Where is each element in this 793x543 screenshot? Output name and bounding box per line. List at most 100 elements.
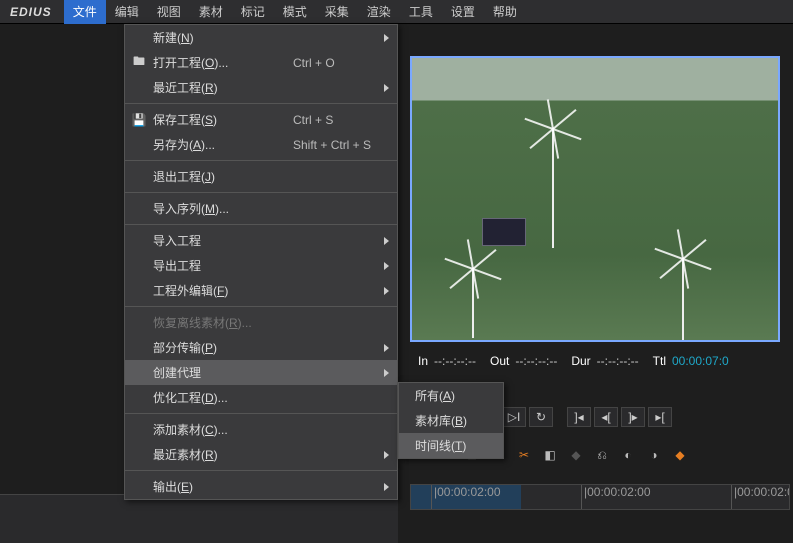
tool-icon[interactable]: ◐	[618, 446, 638, 464]
timecode-row: In --:--:--:-- Out --:--:--:-- Dur --:--…	[410, 350, 780, 372]
menu-item[interactable]: 导出工程	[125, 253, 397, 278]
ruler-tick: |00:00:02:00	[581, 485, 651, 509]
menu-item[interactable]: 最近工程(R)	[125, 75, 397, 100]
ruler-tick: |00:00:02:00	[431, 485, 501, 509]
next-clip-button[interactable]: ▷I	[502, 407, 526, 427]
menu-item-label: 导出工程	[153, 257, 293, 274]
submenu-arrow-icon	[384, 369, 389, 377]
loop-button[interactable]: ↻	[529, 407, 553, 427]
goto-out-button[interactable]: ]▸	[621, 407, 645, 427]
submenu-arrow-icon	[384, 344, 389, 352]
menu-item[interactable]: 退出工程(J)	[125, 164, 397, 189]
menu-item[interactable]: 🖿打开工程(O)...Ctrl + O	[125, 50, 397, 75]
menu-item-label: 退出工程(J)	[153, 168, 293, 185]
menu-item: 恢复离线素材(R)...	[125, 310, 397, 335]
menubar-item[interactable]: 工具	[400, 0, 442, 24]
dur-label: Dur	[571, 354, 590, 368]
ttl-value: 00:00:07:0	[672, 354, 729, 368]
submenu-arrow-icon	[384, 451, 389, 459]
menu-item-label: 工程外编辑(F)	[153, 282, 293, 299]
menubar-item[interactable]: 设置	[442, 0, 484, 24]
goto-in-button[interactable]: ◂[	[594, 407, 618, 427]
tool-icon[interactable]: ◧	[540, 446, 560, 464]
menubar-item[interactable]: 视图	[148, 0, 190, 24]
submenu-arrow-icon	[384, 237, 389, 245]
in-value: --:--:--:--	[434, 354, 476, 368]
preview-image	[412, 58, 778, 340]
menu-item[interactable]: 导入序列(M)...	[125, 196, 397, 221]
menu-item-label: 导入工程	[153, 232, 293, 249]
menu-item[interactable]: 部分传输(P)	[125, 335, 397, 360]
menubar-item[interactable]: 采集	[316, 0, 358, 24]
submenu-arrow-icon	[384, 84, 389, 92]
out-label: Out	[490, 354, 509, 368]
menu-item-label: 输出(E)	[153, 478, 293, 495]
save-icon: 💾	[125, 113, 153, 127]
out-value: --:--:--:--	[515, 354, 557, 368]
menubar-item[interactable]: 素材	[190, 0, 232, 24]
menu-item-label: 部分传输(P)	[153, 339, 293, 356]
menu-item[interactable]: 输出(E)	[125, 474, 397, 499]
menubar-item[interactable]: 标记	[232, 0, 274, 24]
menu-item-label: 添加素材(C)...	[153, 421, 293, 438]
menubar-item[interactable]: 渲染	[358, 0, 400, 24]
menu-item-label: 打开工程(O)...	[153, 54, 293, 71]
submenu-item[interactable]: 时间线(T)	[399, 433, 503, 458]
submenu-arrow-icon	[384, 34, 389, 42]
menubar-item[interactable]: 编辑	[106, 0, 148, 24]
mark-in-button[interactable]: ]◂	[567, 407, 591, 427]
menu-item-label: 最近素材(R)	[153, 446, 293, 463]
menu-item[interactable]: 工程外编辑(F)	[125, 278, 397, 303]
ruler-tick: |00:00:02:00	[731, 485, 790, 509]
preview-panel: In --:--:--:-- Out --:--:--:-- Dur --:--…	[398, 24, 793, 543]
menu-item-shortcut: Shift + Ctrl + S	[293, 138, 397, 152]
open-icon: 🖿	[125, 52, 153, 73]
submenu-arrow-icon	[384, 483, 389, 491]
menu-item[interactable]: 创建代理	[125, 360, 397, 385]
menu-item[interactable]: 最近素材(R)	[125, 442, 397, 467]
windmill-graphic	[552, 128, 554, 248]
menu-item[interactable]: 另存为(A)...Shift + Ctrl + S	[125, 132, 397, 157]
menu-item-label: 创建代理	[153, 364, 293, 381]
submenu-arrow-icon	[384, 287, 389, 295]
menu-item-label: 导入序列(M)...	[153, 200, 293, 217]
menu-item-shortcut: Ctrl + S	[293, 113, 397, 127]
menubar-item[interactable]: 文件	[64, 0, 106, 24]
menu-item-label: 另存为(A)...	[153, 136, 293, 153]
file-menu-dropdown: 新建(N)🖿打开工程(O)...Ctrl + O最近工程(R)💾保存工程(S)C…	[124, 24, 398, 500]
windmill-graphic	[472, 268, 474, 338]
menu-item-label: 保存工程(S)	[153, 111, 293, 128]
menu-item[interactable]: 💾保存工程(S)Ctrl + S	[125, 107, 397, 132]
solar-panel-graphic	[482, 218, 526, 246]
app-brand: EDIUS	[10, 5, 52, 19]
in-label: In	[418, 354, 428, 368]
menu-item-shortcut: Ctrl + O	[293, 56, 397, 70]
menu-item-label: 新建(N)	[153, 29, 293, 46]
tool-icon[interactable]: ⎌	[592, 446, 612, 464]
menubar: EDIUS 文件编辑视图素材标记模式采集渲染工具设置帮助	[0, 0, 793, 24]
menu-item-label: 恢复离线素材(R)...	[153, 314, 293, 331]
tool-icon[interactable]: ◆	[566, 446, 586, 464]
dur-value: --:--:--:--	[597, 354, 639, 368]
tool-icon[interactable]: ◑	[644, 446, 664, 464]
menubar-item[interactable]: 帮助	[484, 0, 526, 24]
menu-item[interactable]: 新建(N)	[125, 25, 397, 50]
menubar-item[interactable]: 模式	[274, 0, 316, 24]
preview-monitor[interactable]	[410, 56, 780, 342]
timeline-area[interactable]	[0, 494, 398, 543]
mark-out-button[interactable]: ▸[	[648, 407, 672, 427]
menu-item[interactable]: 导入工程	[125, 228, 397, 253]
menu-item[interactable]: 优化工程(D)...	[125, 385, 397, 410]
ttl-label: Ttl	[653, 354, 666, 368]
menu-item[interactable]: 添加素材(C)...	[125, 417, 397, 442]
submenu-item[interactable]: 所有(A)	[399, 383, 503, 408]
create-proxy-submenu: 所有(A)素材库(B)时间线(T)	[398, 382, 504, 459]
cut-tool-icon[interactable]: ✂	[514, 446, 534, 464]
windmill-graphic	[682, 258, 684, 342]
timeline-ruler[interactable]: |00:00:02:00 |00:00:02:00 |00:00:02:00	[410, 484, 790, 510]
menu-item-label: 优化工程(D)...	[153, 389, 293, 406]
submenu-item[interactable]: 素材库(B)	[399, 408, 503, 433]
marker-tool-icon[interactable]: ◆	[670, 446, 690, 464]
submenu-arrow-icon	[384, 262, 389, 270]
menu-item-label: 最近工程(R)	[153, 79, 293, 96]
